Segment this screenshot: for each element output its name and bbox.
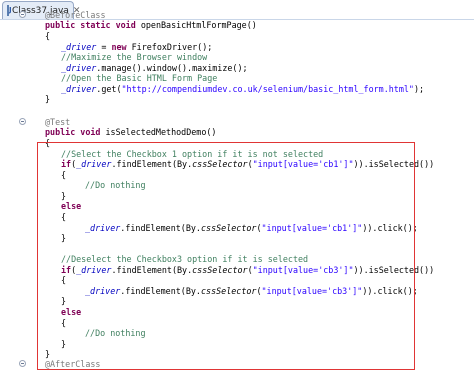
code-token: .manage().window().maximize(); <box>96 63 248 73</box>
code-text: //Maximize the Browser window <box>61 52 207 63</box>
code-text: public static void openBasicHtmlFormPage… <box>45 20 257 31</box>
fold-toggle-icon[interactable] <box>19 11 26 18</box>
code-token: isSelectedMethodDemo() <box>105 127 217 137</box>
code-token: ); <box>413 84 425 94</box>
code-token: FirefoxDriver(); <box>131 42 213 52</box>
code-line: public void isSelectedMethodDemo() <box>0 127 474 138</box>
code-line: } <box>0 94 474 105</box>
code-line: { <box>0 31 474 42</box>
code-text: } <box>45 94 50 105</box>
code-token: //Maximize the Browser window <box>61 52 208 62</box>
code-text: //Open the Basic HTML Form Page <box>61 73 217 84</box>
code-token: @Test <box>45 117 71 127</box>
code-token: //Open the Basic HTML Form Page <box>61 73 218 83</box>
code-token: "http://compendiumdev.co.uk/selenium/bas… <box>121 84 414 94</box>
code-line: public static void openBasicHtmlFormPage… <box>0 20 474 31</box>
code-token: { <box>45 31 51 41</box>
code-line: //Maximize the Browser window <box>0 52 474 63</box>
code-token: @BeforeClass <box>45 10 106 20</box>
code-token: new <box>111 42 132 52</box>
code-editor[interactable]: @BeforeClass public static void openBasic… <box>0 10 474 370</box>
code-line: //Open the Basic HTML Form Page <box>0 73 474 84</box>
code-token: } <box>45 94 51 104</box>
code-text: { <box>45 31 50 42</box>
code-token: .get( <box>96 84 122 94</box>
code-token: public static void <box>45 20 141 30</box>
code-token: public void <box>45 127 106 137</box>
code-token: _driver <box>61 84 97 94</box>
fold-toggle-icon[interactable] <box>19 360 26 367</box>
fold-toggle-icon[interactable] <box>19 118 26 125</box>
code-token: = <box>96 42 112 52</box>
code-token: _driver <box>61 63 97 73</box>
code-token: openBasicHtmlFormPage() <box>140 20 257 30</box>
code-text: public void isSelectedMethodDemo() <box>45 127 216 138</box>
highlight-box <box>37 142 415 370</box>
code-token: _driver <box>61 42 97 52</box>
